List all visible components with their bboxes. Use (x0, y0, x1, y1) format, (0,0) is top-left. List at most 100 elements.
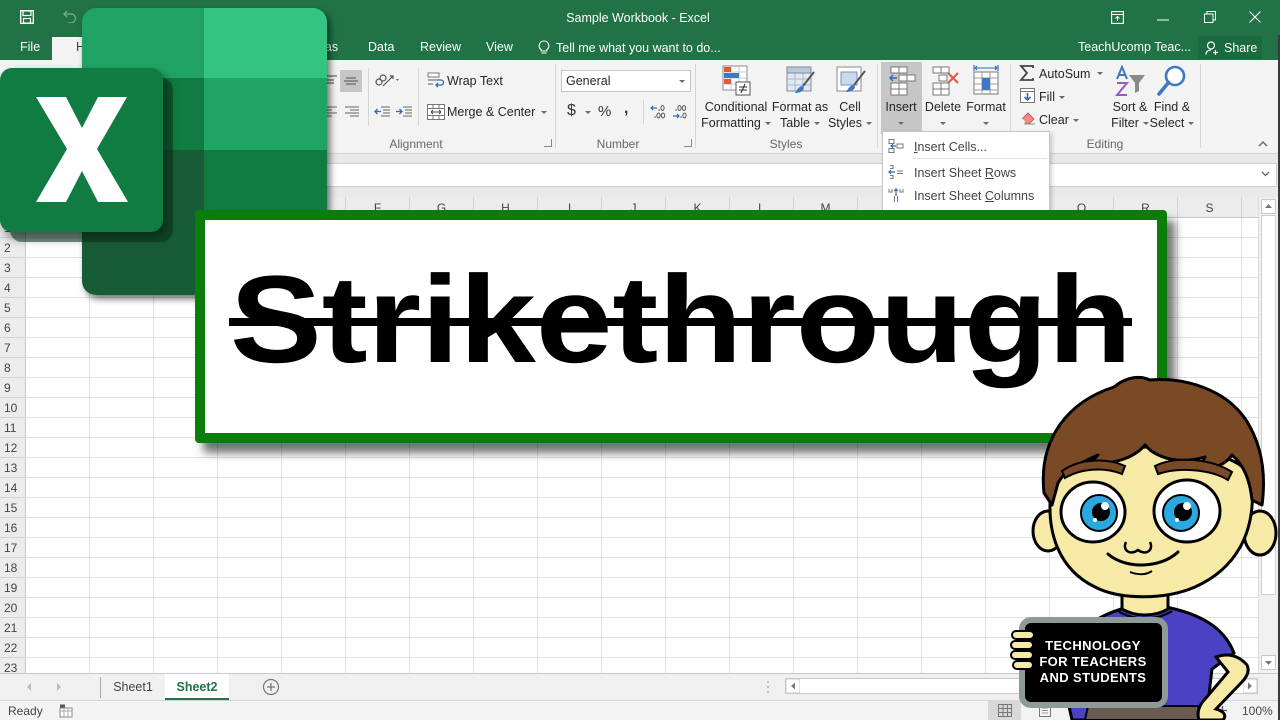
cell-M21[interactable] (794, 618, 858, 638)
cell-B9[interactable] (90, 378, 154, 398)
cell-C21[interactable] (154, 618, 218, 638)
cell-O19[interactable] (922, 578, 986, 598)
number-format-dropdown[interactable]: General (561, 70, 691, 92)
percent-style-button[interactable]: % (598, 103, 611, 120)
cell-G23[interactable] (410, 658, 474, 673)
cell-S6[interactable] (1178, 318, 1242, 338)
cell-A14[interactable] (26, 478, 90, 498)
cell-D15[interactable] (218, 498, 282, 518)
row-header-4[interactable]: 4 (0, 278, 26, 298)
cell-C19[interactable] (154, 578, 218, 598)
cell-F14[interactable] (346, 478, 410, 498)
cell-E23[interactable] (282, 658, 346, 673)
row-header-10[interactable]: 10 (0, 398, 26, 418)
cell-F20[interactable] (346, 598, 410, 618)
cell-J13[interactable] (602, 458, 666, 478)
cell-I18[interactable] (538, 558, 602, 578)
cell-O18[interactable] (922, 558, 986, 578)
cell-E20[interactable] (282, 598, 346, 618)
cell-G20[interactable] (410, 598, 474, 618)
cell-J18[interactable] (602, 558, 666, 578)
alignment-dialog-launcher-icon[interactable] (544, 139, 552, 147)
merge-center-dropdown-icon[interactable] (541, 111, 547, 114)
cell-O14[interactable] (922, 478, 986, 498)
cell-A12[interactable] (26, 438, 90, 458)
cell-B11[interactable] (90, 418, 154, 438)
row-header-6[interactable]: 6 (0, 318, 26, 338)
formula-input[interactable] (200, 163, 1277, 187)
row-header-13[interactable]: 13 (0, 458, 26, 478)
cell-K13[interactable] (666, 458, 730, 478)
decrease-indent-icon[interactable] (374, 105, 391, 119)
tab-data[interactable]: Data (368, 40, 394, 54)
cell-A11[interactable] (26, 418, 90, 438)
cell-B22[interactable] (90, 638, 154, 658)
cell-E22[interactable] (282, 638, 346, 658)
cell-N22[interactable] (858, 638, 922, 658)
cell-S7[interactable] (1178, 338, 1242, 358)
cell-I22[interactable] (538, 638, 602, 658)
cell-K15[interactable] (666, 498, 730, 518)
find-select-button-line2[interactable]: Select (1122, 116, 1222, 130)
add-sheet-plus-icon[interactable] (262, 678, 280, 696)
cell-B23[interactable] (90, 658, 154, 673)
cell-B10[interactable] (90, 398, 154, 418)
restore-icon[interactable] (1204, 11, 1216, 23)
cell-D20[interactable] (218, 598, 282, 618)
cell-J15[interactable] (602, 498, 666, 518)
autosum-button[interactable]: AutoSum (1039, 67, 1090, 81)
row-header-23[interactable]: 23 (0, 658, 26, 673)
cell-E21[interactable] (282, 618, 346, 638)
cell-D17[interactable] (218, 538, 282, 558)
cell-D22[interactable] (218, 638, 282, 658)
account-name[interactable]: TeachUcomp Teac... (1078, 40, 1191, 54)
row-header-8[interactable]: 8 (0, 358, 26, 378)
cell-H22[interactable] (474, 638, 538, 658)
cell-E17[interactable] (282, 538, 346, 558)
cell-A20[interactable] (26, 598, 90, 618)
cell-O15[interactable] (922, 498, 986, 518)
cell-C20[interactable] (154, 598, 218, 618)
macro-record-icon[interactable] (59, 704, 73, 718)
cell-N23[interactable] (858, 658, 922, 673)
cell-O22[interactable] (922, 638, 986, 658)
cell-J17[interactable] (602, 538, 666, 558)
cell-A10[interactable] (26, 398, 90, 418)
cell-A17[interactable] (26, 538, 90, 558)
scroll-left-arrow-icon[interactable] (785, 678, 801, 694)
cell-F23[interactable] (346, 658, 410, 673)
cell-H15[interactable] (474, 498, 538, 518)
cell-L16[interactable] (730, 518, 794, 538)
close-icon[interactable] (1249, 11, 1261, 23)
menu-item-insert-cells[interactable]: Insert Cells... (883, 135, 1049, 157)
cell-H20[interactable] (474, 598, 538, 618)
row-header-22[interactable]: 22 (0, 638, 26, 658)
cell-F22[interactable] (346, 638, 410, 658)
collapse-ribbon-chevron-up-icon[interactable] (1258, 140, 1268, 147)
middle-align-button[interactable] (340, 70, 362, 92)
tab-file[interactable]: File (20, 40, 40, 54)
cell-B17[interactable] (90, 538, 154, 558)
cell-O16[interactable] (922, 518, 986, 538)
cell-M14[interactable] (794, 478, 858, 498)
cell-M20[interactable] (794, 598, 858, 618)
cell-C16[interactable] (154, 518, 218, 538)
cell-H17[interactable] (474, 538, 538, 558)
comma-style-button[interactable]: , (624, 100, 628, 118)
row-header-21[interactable]: 21 (0, 618, 26, 638)
cell-H19[interactable] (474, 578, 538, 598)
cell-K22[interactable] (666, 638, 730, 658)
cell-J14[interactable] (602, 478, 666, 498)
cell-B21[interactable] (90, 618, 154, 638)
cell-G15[interactable] (410, 498, 474, 518)
cell-B14[interactable] (90, 478, 154, 498)
ribbon-display-options-icon[interactable] (1111, 11, 1124, 24)
cell-L22[interactable] (730, 638, 794, 658)
number-dialog-launcher-icon[interactable] (684, 139, 692, 147)
cell-C23[interactable] (154, 658, 218, 673)
cell-A19[interactable] (26, 578, 90, 598)
split-handle-icon[interactable] (766, 680, 770, 694)
align-right-icon[interactable] (344, 105, 360, 119)
cell-M18[interactable] (794, 558, 858, 578)
cell-L21[interactable] (730, 618, 794, 638)
